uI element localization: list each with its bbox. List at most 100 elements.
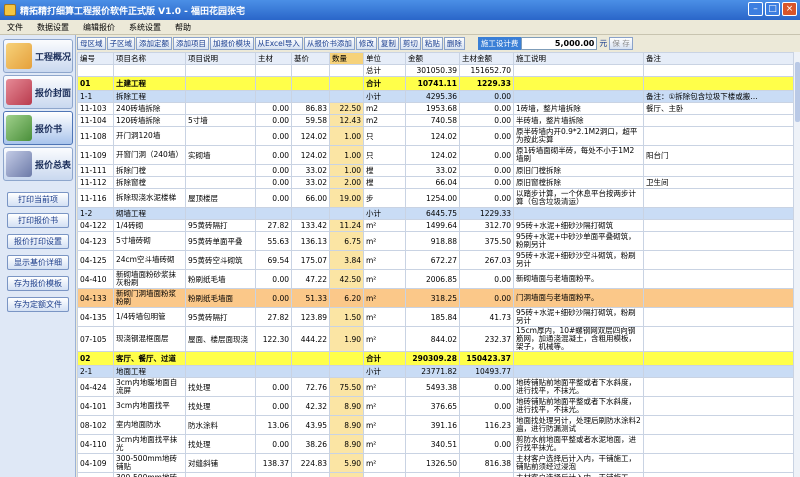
table-cell[interactable]: 240砖墙拆除 [113, 102, 186, 115]
table-cell[interactable]: 340.51 [405, 434, 460, 454]
table-cell[interactable] [185, 176, 256, 189]
table-cell[interactable]: 72.76 [291, 377, 330, 397]
table-cell[interactable]: 8.90 [329, 415, 364, 435]
table-cell[interactable]: 07-105 [77, 326, 114, 352]
table-cell[interactable]: 1229.33 [459, 207, 514, 220]
table-cell[interactable]: 0.00 [255, 434, 292, 454]
table-cell[interactable]: 小计 [363, 207, 406, 220]
table-cell[interactable]: 3.84 [329, 250, 364, 270]
table-cell[interactable]: 23771.82 [405, 365, 460, 378]
table-cell[interactable]: m² [363, 250, 406, 270]
table-cell[interactable]: 现浇钢混框面层 [113, 326, 186, 352]
table-row[interactable]: 11-112 拆除窗樘 0.00 33.02 2.00 樘 66.04 0.00 原旧窗樘拆除卫… [77, 176, 793, 189]
cut-button[interactable]: 剪切 [399, 37, 421, 50]
table-cell[interactable] [643, 377, 793, 397]
table-cell[interactable] [255, 365, 292, 378]
table-cell[interactable]: 主材客户选择后计入内，干铺施工，铺贴前须经过浸泡 [513, 453, 644, 473]
table-cell[interactable]: 3cm内地面找平 [113, 396, 186, 416]
table-cell[interactable]: 224.83 [291, 453, 330, 473]
table-cell[interactable]: 1953.68 [405, 102, 460, 115]
table-cell[interactable]: 找处理 [185, 377, 256, 397]
table-cell[interactable]: 376.65 [405, 396, 460, 416]
table-cell[interactable]: 33.02 [405, 164, 460, 177]
table-cell[interactable]: 步 [363, 188, 406, 208]
table-cell[interactable]: 地砖铺贴前地面平整或者下水斜度，进行找平，不抹光。 [513, 396, 644, 416]
table-cell[interactable]: 0.00 [255, 288, 292, 308]
table-cell[interactable]: 5.90 [329, 453, 364, 473]
table-cell[interactable]: 122.30 [255, 326, 292, 352]
table-cell[interactable]: 04-424 [77, 377, 114, 397]
table-cell[interactable] [513, 90, 644, 103]
table-cell[interactable]: 38.26 [291, 434, 330, 454]
nav-project-overview[interactable]: 工程概况 [3, 39, 73, 73]
table-cell[interactable]: 8.90 [329, 396, 364, 416]
table-cell[interactable]: 375.50 [459, 231, 514, 251]
table-cell[interactable]: 51.33 [291, 288, 330, 308]
table-cell[interactable]: 0.00 [459, 126, 514, 146]
table-cell[interactable]: 04-101 [77, 396, 114, 416]
table-cell[interactable]: 19.00 [329, 188, 364, 208]
nav-quote-summary[interactable]: 报价总表 [3, 147, 73, 181]
table-cell[interactable]: 0.00 [459, 90, 514, 103]
table-row[interactable]: 11-109 开窗门洞（240墙） 实砌墙 0.00 124.02 1.00 只 124.02… [77, 145, 793, 165]
table-cell[interactable]: 01 [77, 76, 114, 91]
table-cell[interactable]: 3cm内地暖地面自流屏 [113, 377, 186, 397]
table-cell[interactable]: 224.83 [291, 472, 330, 477]
table-cell[interactable]: 95黄砖隔打 [185, 307, 256, 327]
table-cell[interactable]: 找处理 [185, 396, 256, 416]
table-cell[interactable]: 267.03 [459, 250, 514, 270]
table-cell[interactable]: 740.58 [405, 114, 460, 127]
table-cell[interactable]: 95砖+水泥+细砂沙隔打砌筑，粉刷另计 [513, 307, 644, 327]
child-region-button[interactable]: 子区域 [106, 37, 135, 50]
table-cell[interactable]: 合计 [363, 76, 406, 91]
table-cell[interactable] [291, 90, 330, 103]
table-row[interactable]: 07-105 现浇钢混框面层 屋面、楼层面现浇 122.30 444.22 1.90 m² 8… [77, 326, 793, 352]
table-cell[interactable]: 138.37 [255, 453, 292, 473]
table-cell[interactable]: 08-102 [77, 415, 114, 435]
table-cell[interactable]: 2006.85 [405, 269, 460, 289]
table-cell[interactable]: 124.02 [405, 145, 460, 165]
table-cell[interactable]: 11-103 [77, 102, 114, 115]
table-cell[interactable]: 新砌墙面与老墙面粉平。 [513, 269, 644, 289]
table-cell[interactable]: 1499.64 [405, 219, 460, 232]
table-row[interactable]: 11-104 120砖墙拆除 5寸墙 0.00 59.58 12.43 m2 740.58 0.… [77, 114, 793, 127]
save-as-quota-file-button[interactable]: 存为定额文件 [7, 297, 69, 312]
table-cell[interactable]: 新砌门洞墙面粉浆粉刷 [113, 288, 186, 308]
table-cell[interactable] [291, 365, 330, 378]
table-cell[interactable]: 12.43 [329, 114, 364, 127]
table-cell[interactable]: 11-112 [77, 176, 114, 189]
table-cell[interactable]: 0.00 [459, 188, 514, 208]
table-cell[interactable]: 0.00 [255, 102, 292, 115]
table-cell[interactable]: 樘 [363, 164, 406, 177]
table-cell[interactable]: 对缝斜铺 [185, 472, 256, 477]
table-cell[interactable]: 0.00 [459, 269, 514, 289]
table-cell[interactable]: 屋面、楼层面现浇 [185, 326, 256, 352]
table-cell[interactable] [291, 64, 330, 77]
table-cell[interactable] [643, 415, 793, 435]
table-cell[interactable]: 6445.75 [405, 207, 460, 220]
add-quote-module-button[interactable]: 加报价模块 [210, 37, 254, 50]
table-row[interactable]: 11-108 开门洞120墙 0.00 124.02 1.00 只 124.02 0.00 原半… [77, 126, 793, 146]
save-button[interactable]: 保 存 [609, 37, 633, 50]
table-cell[interactable] [291, 351, 330, 366]
table-cell[interactable]: 1.00 [329, 126, 364, 146]
print-settings-button[interactable]: 报价打印设置 [7, 234, 69, 249]
table-cell[interactable]: 95砖+水泥+细砂沙空斗砌筑，粉刷另计 [513, 250, 644, 270]
table-cell[interactable]: 124.02 [291, 145, 330, 165]
table-cell[interactable]: 175.07 [291, 250, 330, 270]
col-header-quantity[interactable]: 数量 [329, 52, 364, 65]
add-item-button[interactable]: 添加项目 [173, 37, 209, 50]
add-from-quote-button[interactable]: 从报价书添加 [303, 37, 355, 50]
table-cell[interactable]: 只 [363, 145, 406, 165]
table-cell[interactable]: 10493.77 [459, 365, 514, 378]
table-cell[interactable]: 95黄砖隔打 [185, 219, 256, 232]
table-cell[interactable]: 粉刷纸毛墙 [185, 269, 256, 289]
table-cell[interactable]: 0.00 [255, 188, 292, 208]
table-row[interactable]: 08-102 室内地面防水 防水涂料 13.06 43.95 8.90 m² 391.16 11… [77, 415, 793, 435]
table-cell[interactable]: 11-109 [77, 145, 114, 165]
table-cell[interactable]: 1-2 [77, 207, 114, 220]
table-row[interactable]: 04-135 1/4砖墙包明管 95黄砖隔打 27.82 123.89 1.50 m² 185… [77, 307, 793, 327]
table-cell[interactable]: 27.82 [255, 307, 292, 327]
table-cell[interactable]: 391.16 [405, 415, 460, 435]
save-as-template-button[interactable]: 存为报价模板 [7, 276, 69, 291]
